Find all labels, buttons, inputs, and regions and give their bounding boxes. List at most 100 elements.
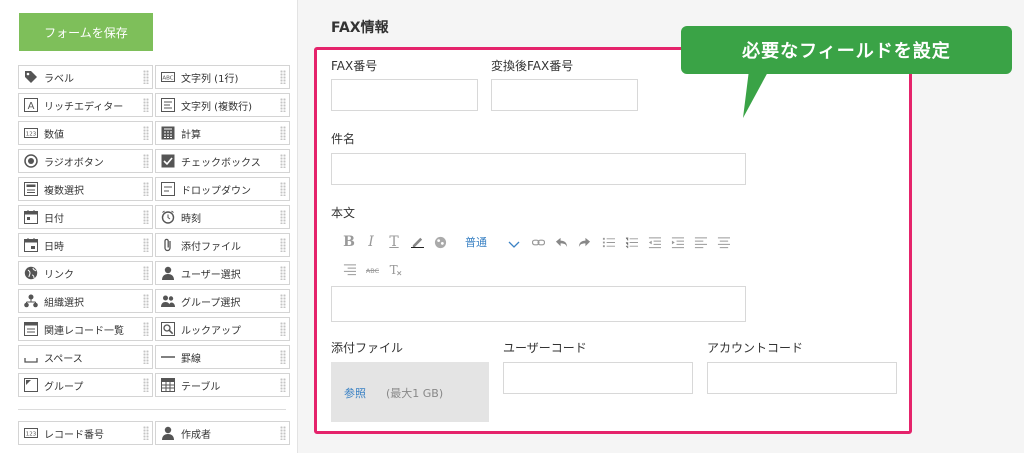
account-code-input[interactable]	[707, 362, 897, 394]
palette-item-link[interactable]: リンク	[18, 261, 153, 285]
drag-handle[interactable]	[280, 126, 286, 140]
palette-item-text: 数値	[44, 129, 64, 141]
drag-handle[interactable]	[280, 322, 286, 336]
palette-item-text: リッチエディター	[44, 101, 124, 113]
palette-item-dropdown[interactable]: ドロップダウン	[155, 177, 290, 201]
palette-item-org-select[interactable]: 組織選択	[18, 289, 153, 313]
underline-icon[interactable]: T	[387, 234, 401, 250]
browse-link[interactable]: 参照	[344, 385, 366, 401]
drag-handle[interactable]	[143, 210, 149, 224]
drag-handle[interactable]	[280, 98, 286, 112]
user-code-input[interactable]	[503, 362, 693, 394]
drag-handle[interactable]	[143, 378, 149, 392]
drag-handle[interactable]	[143, 154, 149, 168]
drag-handle[interactable]	[280, 294, 286, 308]
palette-item-attachment[interactable]: 添付ファイル	[155, 233, 290, 257]
font-size-select[interactable]: 普通	[465, 234, 487, 250]
drag-handle[interactable]	[143, 70, 149, 84]
drag-handle[interactable]	[280, 378, 286, 392]
palette-item-label[interactable]: ラベル	[18, 65, 153, 89]
palette-item-text: 複数選択	[44, 185, 84, 197]
palette-item-datetime[interactable]: 日時	[18, 233, 153, 257]
bulleted-list-icon[interactable]	[601, 235, 615, 249]
palette-item-table[interactable]: テーブル	[155, 373, 290, 397]
palette-item-number[interactable]: 123 数値	[18, 121, 153, 145]
pen-color-icon[interactable]	[410, 234, 424, 248]
drag-handle[interactable]	[143, 322, 149, 336]
drag-handle[interactable]	[280, 154, 286, 168]
drag-handle[interactable]	[143, 126, 149, 140]
palette-item-group-select[interactable]: グループ選択	[155, 289, 290, 313]
attachment-max-size: (最大1 GB)	[386, 387, 444, 400]
align-left-icon[interactable]	[693, 235, 707, 249]
palette-item-space[interactable]: スペース	[18, 345, 153, 369]
palette-item-multi-line-text[interactable]: 文字列 (複数行)	[155, 93, 290, 117]
drag-handle[interactable]	[280, 70, 286, 84]
drag-handle[interactable]	[280, 210, 286, 224]
palette-item-related-records[interactable]: 関連レコード一覧	[18, 317, 153, 341]
group-icon	[160, 294, 175, 309]
palette-item-user-select[interactable]: ユーザー選択	[155, 261, 290, 285]
fax-number-input[interactable]	[331, 79, 478, 111]
converted-fax-number-input[interactable]	[491, 79, 638, 111]
body-editor-area[interactable]	[331, 286, 746, 322]
italic-icon[interactable]: I	[364, 234, 378, 250]
strikethrough-icon[interactable]: ABC	[365, 262, 379, 276]
group-title[interactable]: FAX情報	[331, 17, 389, 37]
palette-item-record-number[interactable]: 123 レコード番号	[18, 421, 153, 445]
calendar-icon	[23, 210, 38, 225]
drag-handle[interactable]	[280, 182, 286, 196]
table-icon	[160, 378, 175, 393]
numbered-list-icon[interactable]	[624, 235, 638, 249]
align-center-icon[interactable]	[716, 235, 730, 249]
drag-handle[interactable]	[280, 266, 286, 280]
drag-handle[interactable]	[143, 294, 149, 308]
svg-text:ABC: ABC	[162, 76, 173, 82]
drag-handle[interactable]	[280, 350, 286, 364]
chevron-down-icon[interactable]	[507, 236, 521, 248]
drag-handle[interactable]	[280, 426, 286, 440]
checkbox-icon	[160, 154, 175, 169]
palette-item-date[interactable]: 日付	[18, 205, 153, 229]
rich-editor-icon: A	[23, 98, 38, 113]
palette-item-checkbox[interactable]: チェックボックス	[155, 149, 290, 173]
palette-item-text: ユーザー選択	[181, 269, 241, 281]
palette-item-text: 関連レコード一覧	[44, 325, 124, 337]
drag-handle[interactable]	[143, 98, 149, 112]
palette-item-multi-select[interactable]: 複数選択	[18, 177, 153, 201]
outdent-icon[interactable]	[647, 235, 661, 249]
palette-item-radio-button[interactable]: ラジオボタン	[18, 149, 153, 173]
palette-item-text: ラベル	[44, 73, 74, 85]
background-color-icon[interactable]	[433, 235, 447, 249]
globe-icon	[23, 266, 38, 281]
drag-handle[interactable]	[143, 426, 149, 440]
multi-select-icon	[23, 182, 38, 197]
redo-icon[interactable]	[577, 235, 591, 249]
palette-item-text: 作成者	[181, 429, 211, 441]
indent-icon[interactable]	[670, 235, 684, 249]
palette-item-lookup[interactable]: ルックアップ	[155, 317, 290, 341]
subject-input[interactable]	[331, 153, 746, 185]
palette-item-border[interactable]: 罫線	[155, 345, 290, 369]
drag-handle[interactable]	[280, 238, 286, 252]
palette-item-single-line-text[interactable]: ABC 文字列 (1行)	[155, 65, 290, 89]
palette-item-calculated[interactable]: 計算	[155, 121, 290, 145]
drag-handle[interactable]	[143, 182, 149, 196]
drag-handle[interactable]	[143, 350, 149, 364]
attachment-label: 添付ファイル	[331, 341, 404, 355]
drag-handle[interactable]	[143, 266, 149, 280]
align-right-icon[interactable]	[342, 262, 356, 276]
palette-item-text: 日時	[44, 241, 64, 253]
space-icon	[23, 350, 38, 365]
bold-icon[interactable]: B	[342, 234, 356, 250]
palette-item-field-group[interactable]: グループ	[18, 373, 153, 397]
palette-item-rich-editor[interactable]: A リッチエディター	[18, 93, 153, 117]
palette-item-creator[interactable]: 作成者	[155, 421, 290, 445]
clear-format-icon[interactable]: T	[388, 262, 402, 276]
field-palette: フォームを保存 ラベル ABC 文字列 (1行) A リッチエディター 文字列 …	[0, 0, 298, 453]
drag-handle[interactable]	[143, 238, 149, 252]
palette-item-time[interactable]: 時刻	[155, 205, 290, 229]
link-icon[interactable]	[531, 235, 545, 249]
save-form-button[interactable]: フォームを保存	[19, 13, 153, 51]
undo-icon[interactable]	[554, 235, 568, 249]
